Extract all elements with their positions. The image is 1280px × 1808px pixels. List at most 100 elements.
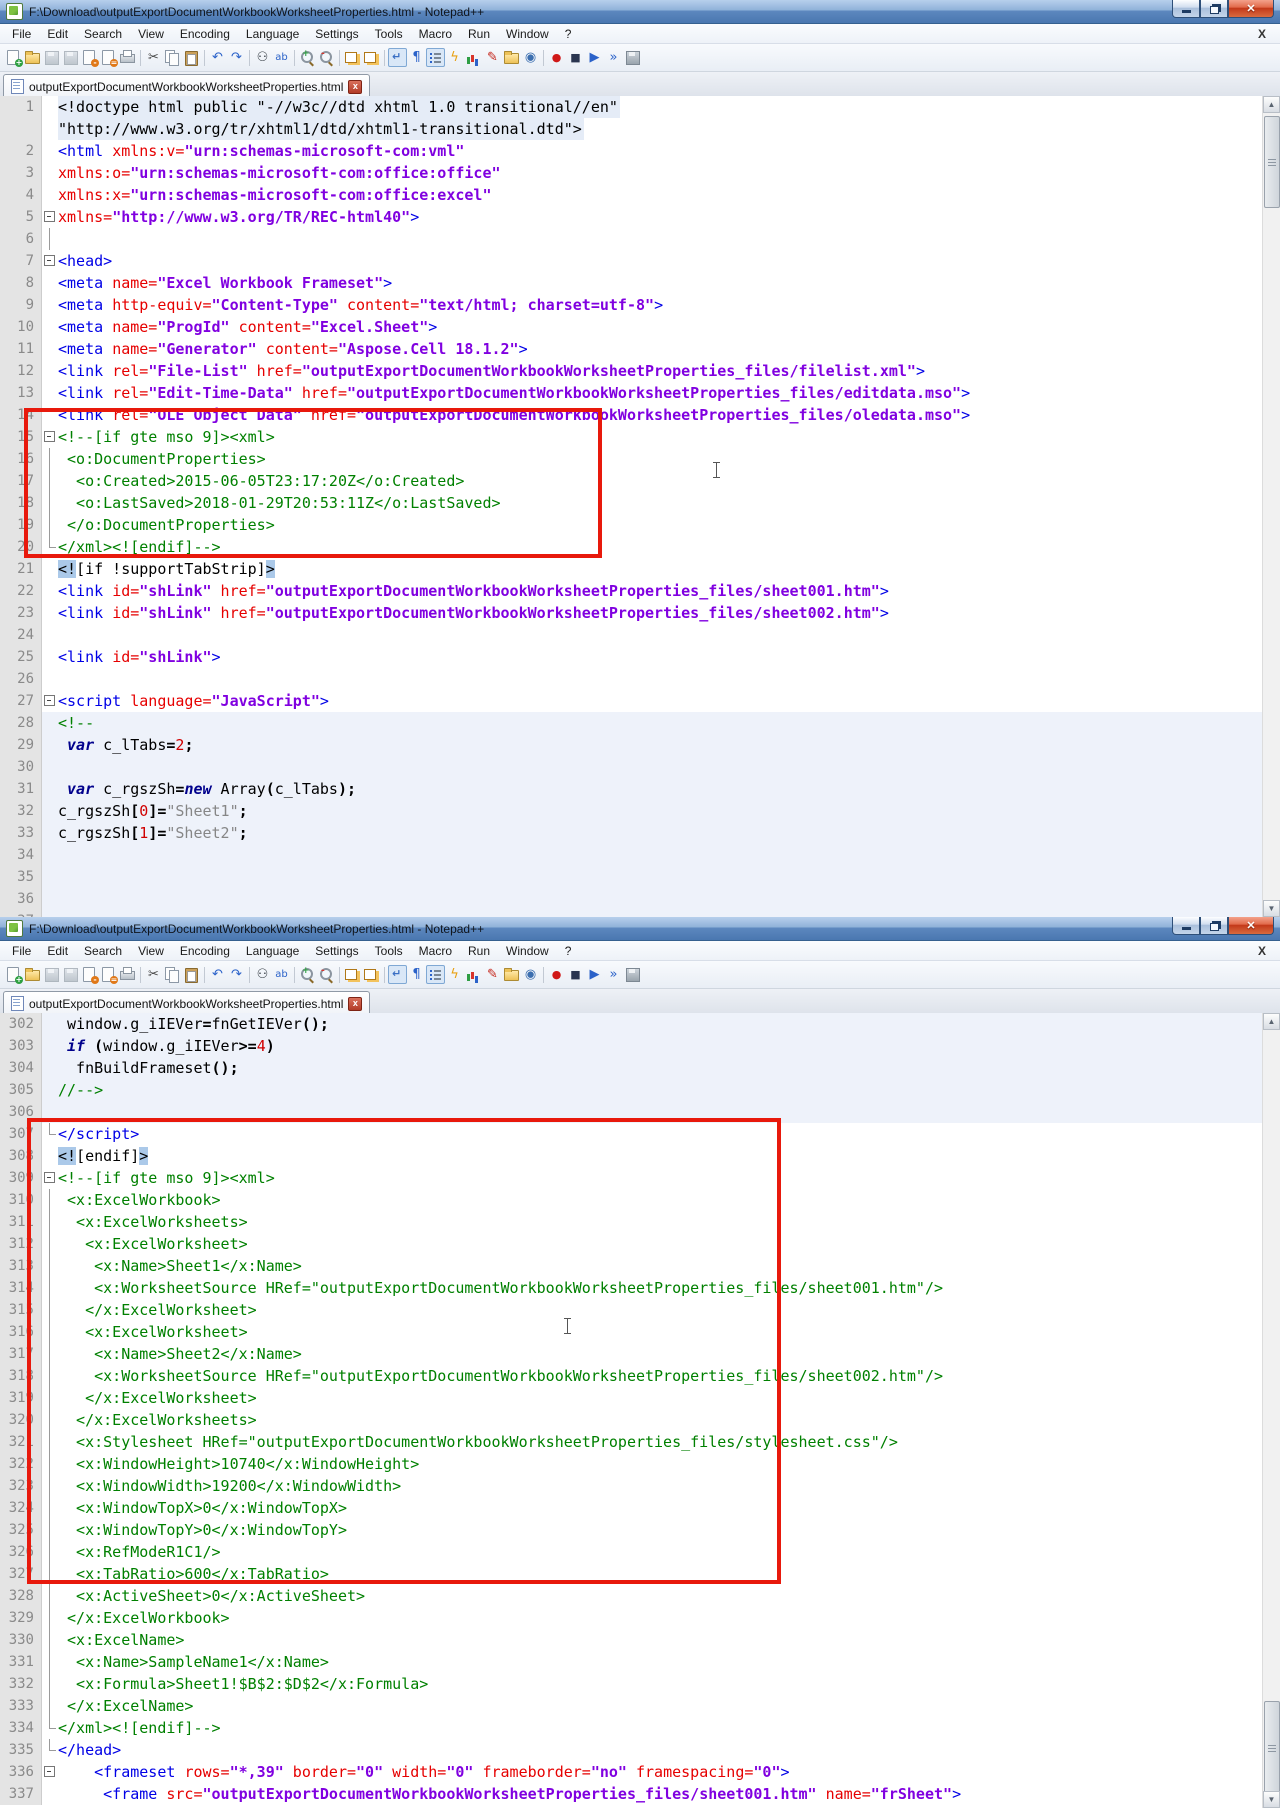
code-line[interactable]: 8<meta name="Excel Workbook Frameset">	[0, 272, 1280, 294]
copy-icon[interactable]	[163, 965, 182, 984]
save-file-icon[interactable]	[42, 48, 61, 67]
find-icon[interactable]: ⚇	[253, 965, 272, 984]
code-line[interactable]: 325 <x:WindowTopY>0</x:WindowTopY>	[0, 1519, 1280, 1541]
sync-vertical-scrolling-icon[interactable]	[343, 48, 362, 67]
code-line[interactable]: 33c_rgszSh[1]="Sheet2";	[0, 822, 1280, 844]
save-macro-icon[interactable]	[623, 965, 642, 984]
word-wrap-icon[interactable]	[388, 965, 407, 984]
menu-item-view[interactable]: View	[130, 942, 172, 960]
code-line[interactable]: 334</xml><![endif]-->	[0, 1717, 1280, 1739]
code-line[interactable]: 322 <x:WindowHeight>10740</x:WindowHeigh…	[0, 1453, 1280, 1475]
code-line[interactable]: 306	[0, 1101, 1280, 1123]
code-line[interactable]: 7<head>	[0, 250, 1280, 272]
code-line[interactable]: 333 </x:ExcelName>	[0, 1695, 1280, 1717]
menu-item-macro[interactable]: Macro	[411, 25, 460, 43]
open-file-icon[interactable]	[23, 48, 42, 67]
replace-icon[interactable]: ab	[272, 48, 291, 67]
minimize-button[interactable]	[1172, 0, 1200, 18]
define-language-icon[interactable]: ✎	[483, 48, 502, 67]
code-line[interactable]: 312 <x:ExcelWorksheet>	[0, 1233, 1280, 1255]
cut-icon[interactable]: ✂	[144, 48, 163, 67]
code-line[interactable]: 319 </x:ExcelWorksheet>	[0, 1387, 1280, 1409]
word-wrap-icon[interactable]	[388, 48, 407, 67]
code-line[interactable]: 29 var c_lTabs=2;	[0, 734, 1280, 756]
menu-item-language[interactable]: Language	[238, 25, 307, 43]
code-line[interactable]: 14<link rel="OLE Object Data" href="outp…	[0, 404, 1280, 426]
new-file-icon[interactable]: +	[4, 965, 23, 984]
code-line[interactable]: "http://www.w3.org/tr/xhtml1/dtd/xhtml1-…	[0, 118, 1280, 140]
tab-close-icon[interactable]: x	[348, 80, 362, 94]
menu-item-[interactable]: ?	[557, 25, 580, 43]
code-line[interactable]: 335</head>	[0, 1739, 1280, 1761]
code-line[interactable]: 318 <x:WorksheetSource HRef="outputExpor…	[0, 1365, 1280, 1387]
stop-recording-icon[interactable]: ■	[566, 48, 585, 67]
fold-marker[interactable]	[42, 250, 58, 272]
scroll-down-icon[interactable]: ▼	[1263, 1791, 1280, 1808]
close-all-icon[interactable]: =	[99, 48, 118, 67]
code-line[interactable]: 12<link rel="File-List" href="outputExpo…	[0, 360, 1280, 382]
document-close-icon[interactable]: X	[1258, 944, 1276, 958]
code-line[interactable]: 26	[0, 668, 1280, 690]
menu-item-settings[interactable]: Settings	[307, 25, 366, 43]
menu-item-window[interactable]: Window	[498, 942, 557, 960]
code-line[interactable]: 305//-->	[0, 1079, 1280, 1101]
code-editor[interactable]: 1<!doctype html public "-//w3c//dtd xhtm…	[0, 96, 1280, 917]
menu-item-encoding[interactable]: Encoding	[172, 25, 238, 43]
menu-item-run[interactable]: Run	[460, 942, 498, 960]
code-line[interactable]: 17 <o:Created>2015-06-05T23:17:20Z</o:Cr…	[0, 470, 1280, 492]
code-line[interactable]: 311 <x:ExcelWorksheets>	[0, 1211, 1280, 1233]
code-line[interactable]: 327 <x:TabRatio>600</x:TabRatio>	[0, 1563, 1280, 1585]
copy-icon[interactable]	[163, 48, 182, 67]
document-map-icon[interactable]	[464, 965, 483, 984]
code-line[interactable]: 37	[0, 910, 1280, 917]
menu-item-settings[interactable]: Settings	[307, 942, 366, 960]
menu-item-macro[interactable]: Macro	[411, 942, 460, 960]
code-line[interactable]: 309<!--[if gte mso 9]><xml>	[0, 1167, 1280, 1189]
code-line[interactable]: 332 <x:Formula>Sheet1!$B$2:$D$2</x:Formu…	[0, 1673, 1280, 1695]
code-line[interactable]: 36	[0, 888, 1280, 910]
save-macro-icon[interactable]	[623, 48, 642, 67]
define-language-icon[interactable]: ✎	[483, 965, 502, 984]
code-line[interactable]: 324 <x:WindowTopX>0</x:WindowTopX>	[0, 1497, 1280, 1519]
restore-button[interactable]	[1200, 0, 1228, 18]
code-line[interactable]: 317 <x:Name>Sheet2</x:Name>	[0, 1343, 1280, 1365]
code-line[interactable]: 302 window.g_iIEVer=fnGetIEVer();	[0, 1013, 1280, 1035]
menu-item-language[interactable]: Language	[238, 942, 307, 960]
run-macro-multiple-icon[interactable]: »	[604, 48, 623, 67]
code-line[interactable]: 323 <x:WindowWidth>19200</x:WindowWidth>	[0, 1475, 1280, 1497]
function-list-icon[interactable]: ϟ	[445, 965, 464, 984]
zoom-out-icon[interactable]: -	[317, 965, 336, 984]
code-line[interactable]: 328 <x:ActiveSheet>0</x:ActiveSheet>	[0, 1585, 1280, 1607]
code-line[interactable]: 326 <x:RefModeR1C1/>	[0, 1541, 1280, 1563]
code-line[interactable]: 1<!doctype html public "-//w3c//dtd xhtm…	[0, 96, 1280, 118]
redo-icon[interactable]: ↷	[227, 965, 246, 984]
close-all-icon[interactable]: =	[99, 965, 118, 984]
play-macro-icon[interactable]: ▶	[585, 965, 604, 984]
file-monitoring-icon[interactable]: ◉	[521, 48, 540, 67]
code-line[interactable]: 337 <frame src="outputExportDocumentWork…	[0, 1783, 1280, 1805]
scroll-down-icon[interactable]: ▼	[1263, 900, 1280, 917]
scrollbar-thumb[interactable]	[1264, 1701, 1280, 1795]
undo-icon[interactable]: ↶	[208, 48, 227, 67]
close-button[interactable]: ✕	[1228, 917, 1274, 935]
menu-item-view[interactable]: View	[130, 25, 172, 43]
paste-icon[interactable]	[182, 48, 201, 67]
close-file-icon[interactable]: -	[80, 965, 99, 984]
function-list-icon[interactable]: ϟ	[445, 48, 464, 67]
document-close-icon[interactable]: X	[1258, 27, 1276, 41]
code-line[interactable]: 308<![endif]>	[0, 1145, 1280, 1167]
folder-as-workspace-icon[interactable]	[502, 965, 521, 984]
fold-marker[interactable]	[42, 206, 58, 228]
record-macro-icon[interactable]: ●	[547, 965, 566, 984]
menu-item-search[interactable]: Search	[76, 25, 130, 43]
code-line[interactable]: 331 <x:Name>SampleName1</x:Name>	[0, 1651, 1280, 1673]
sync-horizontal-scrolling-icon[interactable]	[362, 48, 381, 67]
code-line[interactable]: 316 <x:ExcelWorksheet>	[0, 1321, 1280, 1343]
code-line[interactable]: 25<link id="shLink">	[0, 646, 1280, 668]
minimize-button[interactable]	[1172, 917, 1200, 935]
code-line[interactable]: 31 var c_rgszSh=new Array(c_lTabs);	[0, 778, 1280, 800]
code-line[interactable]: 10<meta name="ProgId" content="Excel.She…	[0, 316, 1280, 338]
code-line[interactable]: 315 </x:ExcelWorksheet>	[0, 1299, 1280, 1321]
fold-marker[interactable]	[42, 1761, 58, 1783]
menu-item-search[interactable]: Search	[76, 942, 130, 960]
